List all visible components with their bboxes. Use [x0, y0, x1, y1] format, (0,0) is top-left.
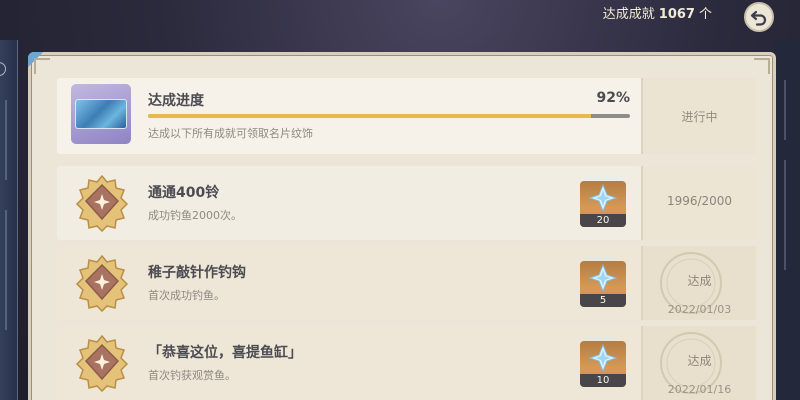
achievement-complete-cell: 达成 2022/01/16: [641, 326, 756, 400]
reward-item[interactable]: 5: [580, 261, 626, 307]
achievement-row[interactable]: 稚子敲针作钓钩 首次成功钓鱼。 5: [57, 246, 642, 320]
primogem-icon: [589, 184, 617, 212]
primogem-icon: [589, 264, 617, 292]
progress-percent: 92%: [596, 90, 630, 106]
achievement-date: 2022/01/03: [667, 303, 732, 316]
achievement-title: 通通400铃: [148, 185, 220, 201]
scroll-ring-icon: [0, 62, 6, 76]
achievement-title: 「恭喜这位，喜提鱼缸」: [148, 345, 302, 361]
right-edge-frame: [774, 40, 800, 400]
achievement-description: 成功钓鱼2000次。: [148, 209, 242, 222]
edge-bar: [784, 80, 786, 140]
achieved-label: 达成成就: [602, 7, 655, 22]
reward-count: 5: [580, 294, 626, 307]
category-progress-card: 达成进度 92% 达成以下所有成就可领取名片纹饰: [57, 78, 642, 154]
left-edge-frame: [0, 40, 18, 400]
panel-corner: [34, 58, 50, 74]
progress-bar: [148, 114, 630, 118]
back-button[interactable]: [744, 2, 774, 32]
achievement-status: 达成: [687, 274, 712, 288]
edge-bar: [784, 160, 786, 270]
reward-count: 10: [580, 374, 626, 387]
edge-bar: [5, 210, 7, 330]
reward-count: 20: [580, 214, 626, 227]
namecard-thumbnail: [71, 84, 131, 144]
achievement-complete-cell: 达成 2022/01/03: [641, 246, 756, 320]
achievement-medal-icon: [75, 334, 129, 392]
achieved-unit: 个: [698, 7, 712, 22]
achievement-description: 首次钓获观赏鱼。: [148, 369, 236, 382]
achievement-total: 达成成就 1067 个: [603, 4, 712, 26]
progress-title: 达成进度: [148, 93, 204, 109]
achievement-description: 首次成功钓鱼。: [148, 289, 225, 302]
achievement-progress-cell: 1996/2000: [641, 166, 756, 240]
achievement-status: 达成: [687, 354, 712, 368]
progress-status-label: 进行中: [681, 109, 718, 124]
achievement-title: 稚子敲针作钓钩: [148, 265, 246, 281]
achievement-row[interactable]: 通通400铃 成功钓鱼2000次。 20: [57, 166, 642, 240]
namecard-image: [75, 99, 127, 129]
panel-corner: [754, 58, 770, 74]
achievement-row[interactable]: 「恭喜这位，喜提鱼缸」 首次钓获观赏鱼。 10: [57, 326, 642, 400]
back-arrow-icon: [750, 10, 767, 26]
achieved-count: 1067: [658, 7, 695, 22]
reward-item[interactable]: 10: [580, 341, 626, 387]
progress-bar-fill: [148, 114, 592, 118]
primogem-icon: [589, 344, 617, 372]
achievement-date: 2022/01/16: [667, 383, 732, 396]
achievement-medal-icon: [75, 254, 129, 312]
progress-status: 进行中: [641, 78, 756, 154]
achievement-progress-count: 1996/2000: [666, 194, 733, 208]
reward-item[interactable]: 20: [580, 181, 626, 227]
edge-bar: [5, 100, 7, 180]
achievement-medal-icon: [75, 174, 129, 232]
progress-description: 达成以下所有成就可领取名片纹饰: [148, 127, 313, 140]
